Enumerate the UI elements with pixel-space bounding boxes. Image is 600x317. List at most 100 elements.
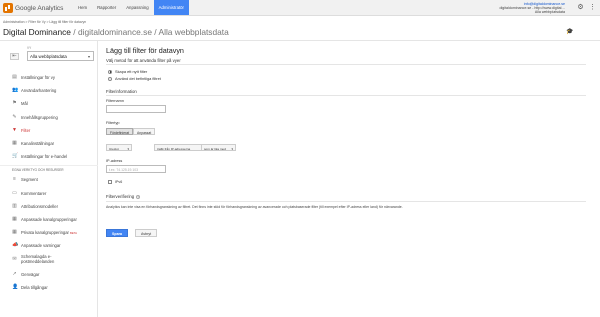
checkbox[interactable]	[108, 180, 112, 184]
expression-select[interactable]: som är lika med ▾	[201, 144, 236, 151]
sidebar-item-label: Inställningar för e-handel	[21, 154, 68, 160]
ipv6-checkbox[interactable]: IPv6	[108, 180, 122, 184]
account-view: Alla webbplatsdata	[534, 10, 565, 15]
nav-item-home[interactable]: Hem	[73, 0, 92, 15]
divider	[106, 95, 586, 96]
radio-label: Skapa ett nytt filter	[115, 69, 148, 74]
share-icon: 👤	[12, 283, 19, 290]
cancel-button[interactable]: Avbryt	[135, 229, 158, 237]
sidebar-item-custom-alerts[interactable]: 📣 Anpassade varningar	[0, 239, 98, 252]
sidebar-item-label: Segment	[21, 177, 38, 183]
sidebar-item-filters[interactable]: ▼ Filter	[0, 124, 98, 137]
verify-label-row: Filterverifiering?	[106, 194, 141, 199]
flag-icon: ⚑	[12, 100, 17, 107]
method-label: Välj metod för att använda filter på vye…	[106, 58, 181, 63]
divider	[106, 201, 586, 202]
sidebar-item-ecommerce-settings[interactable]: 🛒 Inställningar för e-handel	[0, 150, 98, 163]
sidebar-item-label: Anpassade kanalgrupperingar	[21, 216, 77, 222]
sidebar-item-label: Genvägar	[21, 271, 40, 277]
section-heading: EGNA VERKTYG OCH RESURSER	[0, 165, 98, 173]
nav-item-customization[interactable]: Anpassning	[121, 0, 153, 15]
select-value: Uteslut	[109, 146, 119, 151]
sidebar-item-label: Schemalagda e-postmeddelanden	[21, 254, 55, 264]
sidebar-item-label: Inställningar för vy	[21, 75, 55, 81]
divider	[106, 64, 586, 65]
sidebar-item-annotations[interactable]: ▭ Kommentarer	[0, 187, 98, 200]
menu-grid-icon[interactable]: ⋮	[589, 4, 596, 11]
sidebar-item-segments[interactable]: ≡ Segment	[0, 173, 98, 186]
nav-item-reports[interactable]: Rapporter	[92, 0, 121, 15]
sidebar-item-content-grouping[interactable]: ✎ Innehållsgruppering	[0, 111, 98, 124]
admin-sidebar: ⇤ VY Alla webbplatsdata ▾ ▤ Inställningar…	[0, 41, 98, 317]
save-button[interactable]: Spara	[106, 229, 128, 237]
radio-new-filter[interactable]: Skapa ett nytt filter	[108, 69, 147, 74]
segment-icon: ≡	[13, 176, 16, 183]
radio-existing-filter[interactable]: Använd det befintliga filtret	[108, 76, 161, 81]
sidebar-item-private-channel-groups[interactable]: ▦ Privata kanalgrupperingar BETA	[0, 226, 98, 239]
select-value: som är lika med	[204, 146, 226, 151]
private-channel-icon: ▦	[12, 229, 17, 236]
sidebar-item-label: Kommentarer	[21, 190, 47, 196]
grouping-icon: ✎	[12, 113, 17, 120]
main-nav: Hem Rapporter Anpassning Administratör	[73, 0, 189, 15]
sidebar-item-custom-channel-groups[interactable]: ▦ Anpassade kanalgrupperingar	[0, 213, 98, 226]
sidebar-item-channel-settings[interactable]: ▦ Kanalinställningar	[0, 137, 98, 150]
exclude-select[interactable]: Uteslut ▾	[106, 144, 132, 151]
top-bar: Google Analytics Hem Rapporter Anpassnin…	[0, 0, 600, 16]
alert-icon: 📣	[12, 242, 19, 249]
sidebar-item-label: Kanalinställningar	[21, 141, 55, 147]
sidebar-item-label: Användarhantering	[21, 88, 57, 94]
sidebar-item-share-assets[interactable]: 👤 Dela tillgångar	[0, 281, 98, 294]
filter-type-label: Filtertyp	[106, 121, 120, 125]
page-title: Digital Dominance / digitaldominance.se …	[3, 27, 229, 37]
filter-icon: ▼	[12, 126, 17, 133]
sidebar-item-scheduled-emails[interactable]: ✉ Schemalagda e-postmeddelanden	[0, 252, 98, 267]
verify-label: Filterverifiering	[106, 194, 135, 199]
filter-type-toggle: Fördefinierat Anpassat	[106, 128, 156, 135]
tab-custom[interactable]: Anpassat	[133, 128, 156, 135]
account-switcher[interactable]: info@digitaldominance.se digitaldominanc…	[497, 2, 565, 15]
sidebar-item-label: Innehållsgruppering	[21, 114, 58, 120]
breadcrumb: Administration > Filter för Vy > Lägg ti…	[3, 20, 87, 24]
radio-button[interactable]	[108, 69, 112, 74]
select-value: trafik från IP-adresserna	[157, 146, 191, 151]
sidebar-item-label: Dela tillgångar	[21, 284, 48, 290]
cart-icon: 🛒	[12, 153, 19, 160]
gear-icon[interactable]: ⚙	[577, 4, 584, 11]
app-logo[interactable]: Google Analytics	[3, 2, 63, 14]
attribution-icon: ▥	[12, 202, 17, 209]
ip-address-input[interactable]: t.ex. 74.125.19.103	[106, 165, 166, 173]
users-icon: 👥	[12, 87, 19, 94]
filter-name-label: Filternamn	[106, 99, 124, 103]
sidebar-item-attribution-models[interactable]: ▥ Attributionsmodeller	[0, 200, 98, 213]
tab-predefined[interactable]: Fördefinierat	[106, 128, 134, 135]
info-label: Filterinformation	[106, 89, 137, 94]
sidebar-item-label: Anpassade varningar	[21, 243, 61, 249]
sidebar-item-goals[interactable]: ⚑ Mål	[0, 97, 98, 110]
help-icon[interactable]: ?	[136, 194, 141, 199]
radio-button[interactable]	[108, 76, 112, 81]
radio-label: Använd det befintliga filtret	[115, 76, 161, 81]
verify-description: Analytics kan inte visa en förhandsgrans…	[106, 205, 403, 209]
chevron-down-icon: ▾	[231, 146, 233, 151]
mail-icon: ✉	[12, 256, 17, 263]
chevron-down-icon: ▾	[127, 146, 129, 151]
app-name: Google Analytics	[15, 4, 64, 12]
back-arrow-icon[interactable]: ⇤	[10, 53, 19, 60]
doc-icon: ▤	[12, 74, 17, 81]
sidebar-item-user-management[interactable]: 👥 Användarhantering	[0, 84, 98, 97]
sidebar-item-label: Attributionsmodeller	[21, 203, 59, 209]
ip-address-label: IP-adress	[106, 159, 123, 163]
sidebar-item-label: Privata kanalgrupperingar	[21, 230, 69, 236]
form-heading: Lägg till filter för datavyn	[106, 46, 184, 55]
account-title: Digital Dominance	[3, 27, 71, 37]
sidebar-item-shortcuts[interactable]: ↗ Genvägar	[0, 267, 98, 280]
view-select[interactable]: Alla webbplatsdata ▾	[27, 51, 94, 61]
graduation-cap-icon[interactable]: 🎓	[566, 28, 573, 35]
nav-item-admin[interactable]: Administratör	[153, 0, 189, 15]
analytics-logo-icon	[3, 3, 13, 13]
filter-name-input[interactable]	[106, 105, 166, 113]
traffic-source-select[interactable]: trafik från IP-adresserna▾	[154, 144, 208, 151]
channel-group-icon: ▦	[12, 215, 17, 222]
sidebar-item-view-settings[interactable]: ▤ Inställningar för vy	[0, 71, 98, 84]
